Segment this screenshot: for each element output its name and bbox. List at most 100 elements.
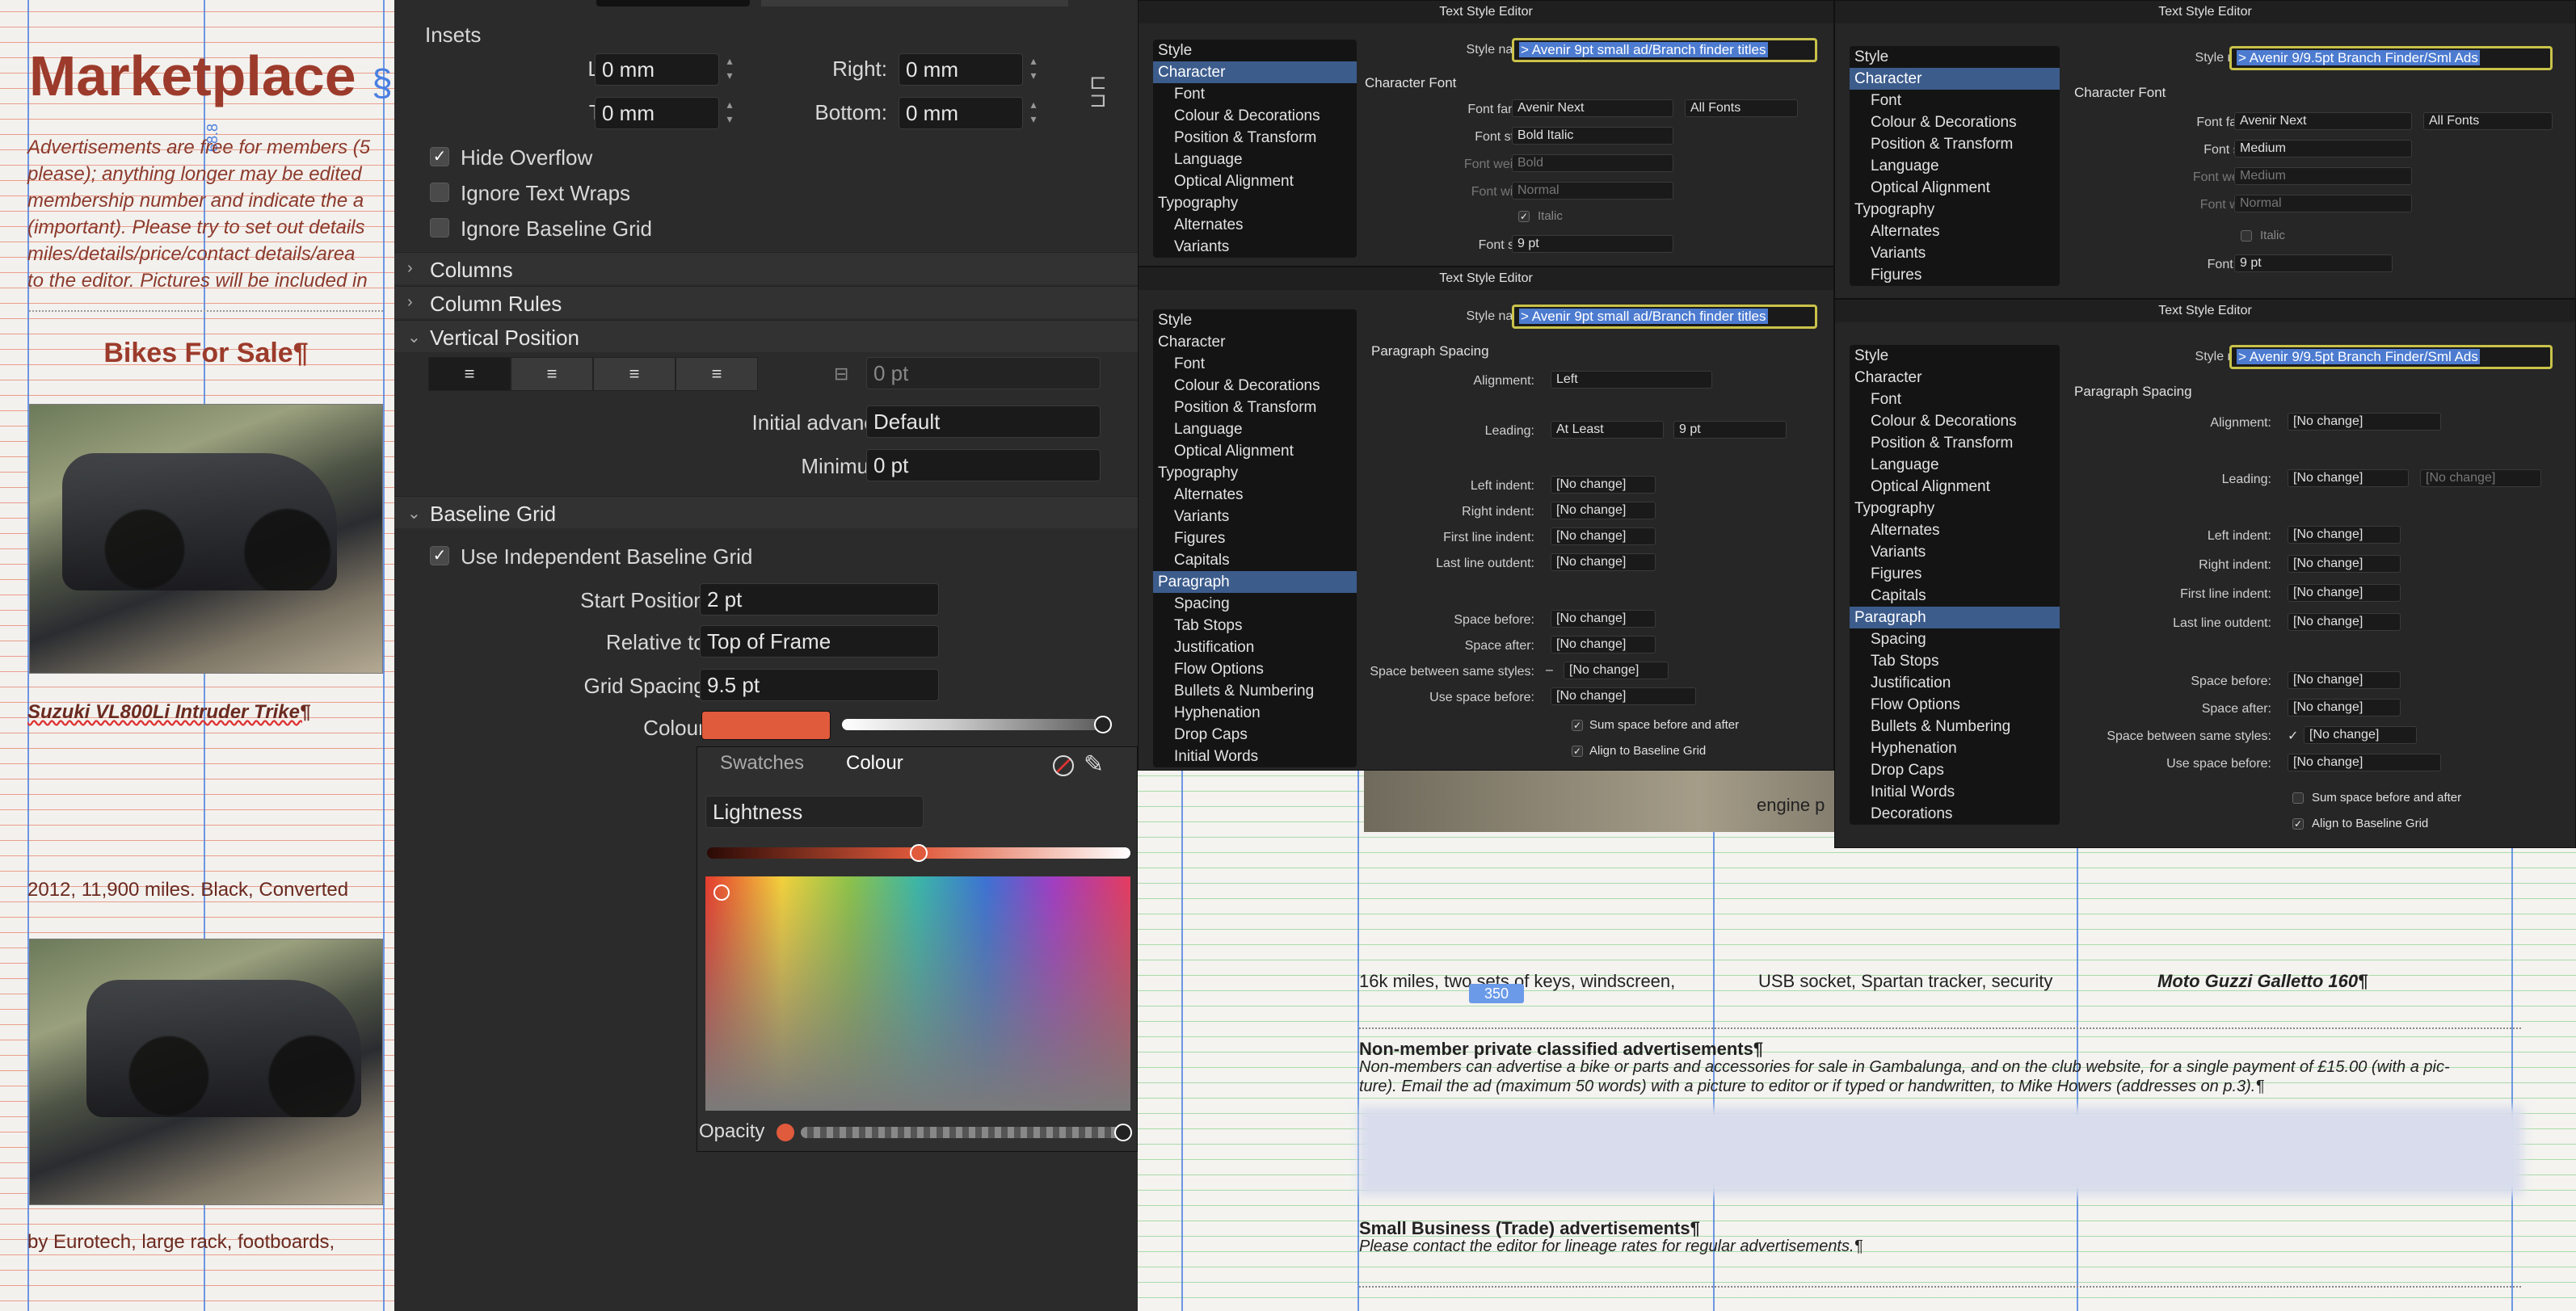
slider-handle[interactable] — [1114, 1124, 1132, 1141]
ignore-grid-checkbox[interactable] — [430, 218, 449, 237]
font-family-select[interactable]: Avenir Next — [2234, 112, 2412, 130]
sidebar-item[interactable]: Tab Stops — [1153, 615, 1357, 637]
sidebar-item[interactable]: Flow Options — [1850, 694, 2060, 716]
sidebar-item[interactable]: Style — [1850, 46, 2060, 68]
right-indent-field[interactable]: [No change] — [1551, 502, 1656, 519]
sidebar-item[interactable]: Position & Transform — [1153, 397, 1357, 418]
use-space-before-select[interactable]: [No change] — [2288, 754, 2441, 771]
leading-field[interactable]: [No change] — [2420, 469, 2541, 487]
sidebar-item-paragraph[interactable]: Paragraph — [1850, 607, 2060, 628]
space-before-field[interactable]: [No change] — [2288, 671, 2401, 689]
sidebar-item[interactable]: Initial Words — [1850, 781, 2060, 803]
sidebar-item[interactable]: Variants — [1153, 506, 1357, 527]
sidebar-item[interactable]: Hyphenation — [1153, 702, 1357, 724]
sidebar-item[interactable]: Alternates — [1153, 214, 1357, 236]
sidebar-item[interactable]: Character — [1850, 367, 2060, 389]
use-independent-grid-checkbox[interactable]: ✓ — [430, 546, 449, 565]
italic-checkbox[interactable]: ✓ — [1518, 211, 1530, 222]
sidebar-item[interactable]: Hyphenation — [1850, 737, 2060, 759]
use-space-before-select[interactable]: [No change] — [1551, 687, 1696, 705]
sidebar-item[interactable]: Spacing — [1850, 628, 2060, 650]
sidebar-item[interactable]: Font — [1850, 389, 2060, 410]
sidebar-item[interactable]: Colour & Decorations — [1153, 105, 1357, 127]
sidebar-item[interactable]: Drop Caps — [1153, 724, 1357, 746]
document-canvas-left[interactable]: Marketplace § 68.8 Advertisements are fr… — [0, 0, 394, 1311]
sidebar-item[interactable]: Variants — [1153, 236, 1357, 258]
section-columns[interactable]: › Columns — [394, 252, 1138, 284]
first-line-indent-field[interactable]: [No change] — [1551, 527, 1656, 545]
leading-select[interactable]: At Least — [1551, 421, 1664, 439]
space-between-field[interactable]: [No change] — [1564, 662, 1669, 679]
sidebar-item[interactable]: Language — [1850, 454, 2060, 476]
last-line-outdent-field[interactable]: [No change] — [1551, 553, 1656, 571]
sidebar-item[interactable]: Language — [1153, 149, 1357, 170]
space-before-field[interactable]: [No change] — [1551, 610, 1656, 628]
sidebar-item[interactable]: Figures — [1153, 527, 1357, 549]
sidebar-item[interactable]: Optical Alignment — [1153, 440, 1357, 462]
sidebar-item[interactable]: Colour & Decorations — [1850, 111, 2060, 133]
sidebar-item[interactable]: Colour & Decorations — [1153, 375, 1357, 397]
sidebar-item[interactable]: Alternates — [1850, 519, 2060, 541]
section-vertical-position[interactable]: ⌄ Vertical Position — [394, 320, 1138, 352]
link-icon[interactable]: ⊏ ⊐ — [1089, 71, 1107, 110]
ignore-wraps-checkbox[interactable] — [430, 183, 449, 202]
colour-well[interactable] — [701, 711, 831, 740]
bike-photo-1[interactable] — [29, 404, 383, 674]
align-center-button[interactable]: ≡ — [511, 357, 593, 391]
style-name-field[interactable]: > Avenir 9/9.5pt Branch Finder/Sml Ads — [2229, 345, 2553, 369]
relative-to-select[interactable]: Top of Frame — [700, 625, 939, 658]
top-inset-field[interactable]: 0 mm — [595, 97, 719, 129]
font-width-select[interactable]: Normal — [1512, 182, 1673, 200]
stepper-icon[interactable]: ▴ ▾ — [1026, 97, 1041, 129]
font-width-select[interactable]: Normal — [2234, 195, 2412, 212]
bike-photo-2[interactable] — [29, 939, 383, 1205]
grid-spacing-field[interactable]: 9.5 pt — [700, 669, 939, 701]
eyedropper-icon[interactable]: ✎ — [1084, 750, 1104, 779]
sidebar-item[interactable]: Spacing — [1153, 593, 1357, 615]
sidebar-item[interactable]: Capitals — [1850, 585, 2060, 607]
sidebar-item[interactable]: Justification — [1850, 672, 2060, 694]
sidebar-item-paragraph[interactable]: Paragraph — [1153, 571, 1357, 593]
align-justify-button[interactable]: ≡ — [676, 357, 758, 391]
sidebar-item[interactable]: Bullets & Numbering — [1850, 716, 2060, 737]
first-line-indent-field[interactable]: [No change] — [2288, 584, 2401, 602]
sidebar-item[interactable]: Typography — [1850, 199, 2060, 221]
left-indent-field[interactable]: [No change] — [1551, 476, 1656, 494]
font-set-select[interactable]: All Fonts — [1685, 99, 1798, 117]
slider-handle[interactable] — [1094, 716, 1112, 733]
font-weight-select[interactable]: Medium — [2234, 167, 2412, 185]
sidebar-item[interactable]: Capitals — [1153, 549, 1357, 571]
sidebar-item[interactable]: Drop Caps — [1850, 759, 2060, 781]
alignment-select[interactable]: Left — [1551, 371, 1712, 389]
sidebar-item[interactable]: Typography — [1850, 498, 2060, 519]
sidebar-item[interactable]: Optical Alignment — [1850, 177, 2060, 199]
opacity-slider[interactable] — [801, 1127, 1124, 1138]
opacity-slider[interactable] — [842, 719, 1112, 730]
sidebar-item[interactable]: Justification — [1153, 637, 1357, 658]
sidebar-item[interactable]: Language — [1153, 418, 1357, 440]
stepper-icon[interactable]: ▴ ▾ — [1026, 53, 1041, 86]
italic-checkbox[interactable] — [2241, 230, 2252, 242]
alignment-select[interactable]: [No change] — [2288, 413, 2441, 431]
sidebar-item[interactable]: Figures — [1850, 264, 2060, 286]
stepper-icon[interactable]: ▴ ▾ — [722, 53, 737, 86]
sidebar-item[interactable]: Variants — [1850, 242, 2060, 264]
sidebar-item[interactable]: Style — [1850, 345, 2060, 367]
font-size-field[interactable]: 9 pt — [2234, 254, 2393, 272]
sidebar-item[interactable]: Language — [1850, 155, 2060, 177]
sum-space-checkbox[interactable] — [2292, 792, 2304, 804]
sidebar-item[interactable]: Initial Words — [1153, 746, 1357, 767]
bottom-inset-field[interactable]: 0 mm — [899, 97, 1023, 129]
sidebar-item[interactable]: Variants — [1850, 541, 2060, 563]
sidebar-item[interactable]: Position & Transform — [1850, 432, 2060, 454]
right-indent-field[interactable]: [No change] — [2288, 555, 2401, 573]
sidebar-item[interactable]: Alternates — [1850, 221, 2060, 242]
sidebar-item-character[interactable]: Character — [1850, 68, 2060, 90]
sidebar-item[interactable]: Style — [1153, 40, 1357, 61]
slider-handle[interactable] — [910, 844, 928, 862]
style-name-field[interactable]: > Avenir 9/9.5pt Branch Finder/Sml Ads — [2229, 46, 2553, 70]
sidebar-item[interactable]: Decorations — [1850, 803, 2060, 825]
sidebar-item[interactable]: Flow Options — [1153, 658, 1357, 680]
style-name-field[interactable]: > Avenir 9pt small ad/Branch finder titl… — [1512, 38, 1817, 62]
initial-advance-select[interactable]: Default — [866, 405, 1101, 438]
